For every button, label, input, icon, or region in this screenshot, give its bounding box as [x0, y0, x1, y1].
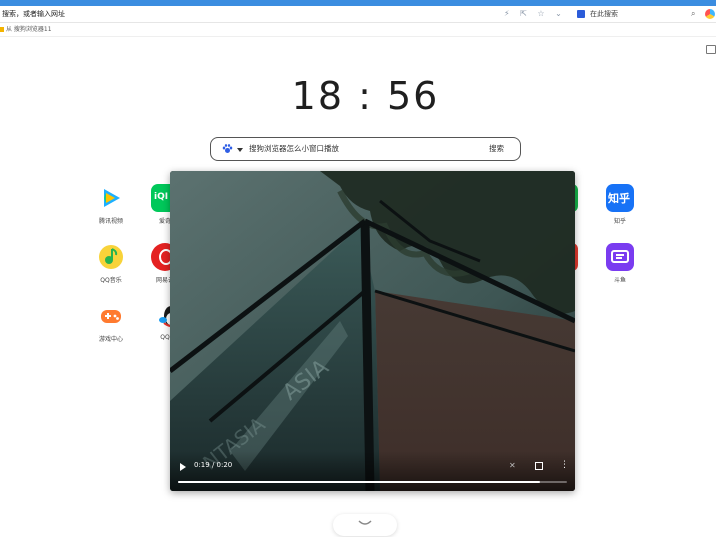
address-input[interactable]: 搜索，或者输入网址 — [2, 6, 65, 22]
clock: 18 : 56 — [291, 74, 440, 118]
zhihu-icon: 知乎 — [606, 184, 634, 212]
app-label: 斗鱼 — [613, 277, 626, 284]
app-label: 知乎 — [613, 218, 626, 225]
video-progress-fill — [178, 481, 540, 483]
more-options-icon[interactable]: ⋮ — [560, 461, 569, 470]
app-label: QQ音乐 — [100, 277, 122, 284]
qq-music-icon — [97, 243, 125, 271]
chevron-down-icon — [358, 520, 372, 525]
folder-icon — [0, 27, 4, 32]
app-zhihu[interactable]: 知乎 知乎 — [595, 184, 645, 225]
app-qq-music[interactable]: QQ音乐 — [86, 243, 136, 284]
share-icon[interactable]: ⇱ — [520, 9, 527, 18]
app-douyu[interactable]: 斗鱼 — [595, 243, 645, 284]
search-icon[interactable]: ⌕ — [691, 6, 695, 22]
search-button[interactable]: 搜索 — [489, 138, 504, 160]
app-tencent-video[interactable]: 腾讯视频 — [86, 184, 136, 225]
search-input[interactable]: 搜狗浏览器怎么小窗口播放 — [249, 138, 339, 160]
lightning-icon[interactable]: ⚡ — [504, 9, 510, 18]
address-bar-actions: ⚡ ⇱ ☆ ⌄ — [504, 6, 570, 22]
gamepad-icon — [97, 302, 125, 330]
bookmarks-bar: 从 搜狗浏览器11 — [0, 23, 716, 37]
tencent-video-icon — [97, 184, 125, 212]
fullscreen-icon[interactable] — [535, 462, 543, 470]
app-game-center[interactable]: 游戏中心 — [86, 302, 136, 343]
floating-video-player[interactable]: ASIA NTASIA 0:19 / 0:20 ✕ ⋮ — [170, 171, 575, 491]
search-engine-icon[interactable] — [577, 10, 585, 18]
search-engine-label[interactable]: 在此搜索 — [590, 6, 618, 22]
app-label: 腾讯视频 — [98, 218, 123, 225]
chevron-down-icon[interactable]: ⌄ — [555, 9, 562, 18]
douyu-icon — [606, 243, 634, 271]
star-icon[interactable]: ☆ — [537, 9, 544, 18]
play-icon[interactable] — [180, 463, 186, 471]
bookmark-item[interactable]: 从 搜狗浏览器11 — [6, 23, 52, 36]
video-time: 0:19 / 0:20 — [194, 461, 233, 469]
video-frame: ASIA NTASIA — [170, 171, 575, 491]
search-box[interactable]: 搜狗浏览器怎么小窗口播放 搜索 — [210, 137, 521, 161]
volume-muted-icon[interactable]: ✕ — [509, 462, 517, 470]
video-progress-bar[interactable] — [178, 481, 567, 483]
video-controls: 0:19 / 0:20 ✕ ⋮ — [170, 451, 575, 491]
expand-more-button[interactable] — [333, 514, 397, 536]
app-label: 游戏中心 — [98, 336, 123, 343]
browser-logo-icon[interactable] — [705, 9, 715, 19]
caret-down-icon[interactable] — [237, 148, 243, 152]
settings-panel-icon[interactable] — [706, 45, 716, 54]
paw-icon[interactable] — [222, 144, 233, 154]
address-bar[interactable]: 搜索，或者输入网址 ⚡ ⇱ ☆ ⌄ 在此搜索 ⌕ — [0, 6, 716, 23]
zhihu-icon-text: 知乎 — [608, 192, 630, 205]
